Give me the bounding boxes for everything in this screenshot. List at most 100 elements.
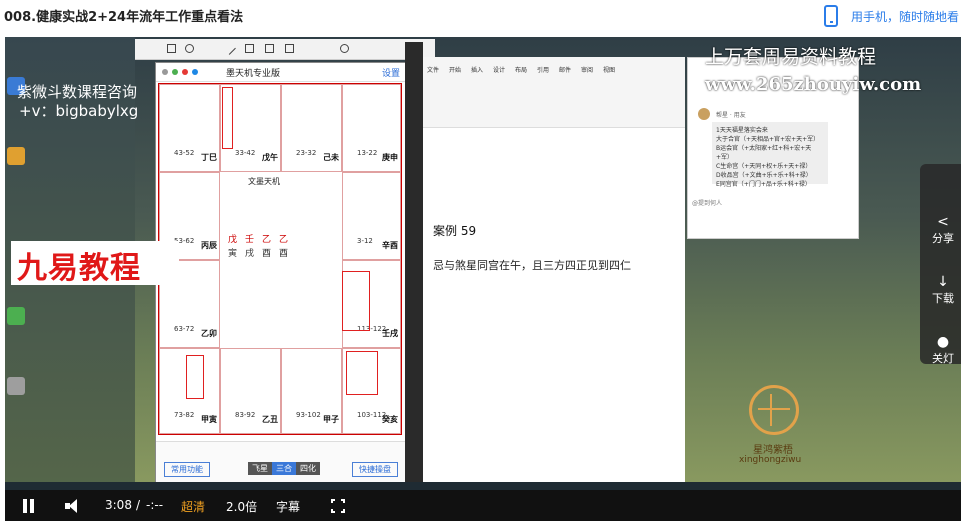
- ribbon-tab[interactable]: 文件: [427, 65, 439, 74]
- comment-line: C生命宫（+天同+权+乐+天+禄）: [716, 163, 812, 170]
- palace-ganzhi: 己未: [323, 153, 339, 162]
- contact-text: +v：bigbabylxg: [19, 102, 139, 120]
- download-button[interactable]: ↓ 下载: [920, 274, 961, 306]
- four-pillars-branches: 寅戌酉酉: [228, 246, 296, 259]
- logo-pinyin: xinghongziwu: [739, 455, 802, 465]
- ribbon-tab[interactable]: 引用: [537, 65, 549, 74]
- ribbon-tab[interactable]: 布局: [515, 65, 527, 74]
- palace-cell[interactable]: 3-12 辛酉: [342, 172, 401, 260]
- palace-age: 33-42: [235, 149, 256, 157]
- subtitle-button[interactable]: 字幕: [276, 498, 300, 515]
- phone-icon[interactable]: [824, 5, 838, 27]
- red-marker: [346, 351, 378, 395]
- palace-age: 23-32: [296, 149, 317, 157]
- color-dot[interactable]: [162, 69, 168, 75]
- palace-age: 13-22: [357, 149, 378, 157]
- download-label: 下载: [932, 292, 954, 305]
- quick-chart-button[interactable]: 快捷操盘: [352, 462, 398, 477]
- pen-icon[interactable]: [245, 44, 254, 53]
- lights-label: 关灯: [932, 352, 954, 365]
- ziwei-app-window: 墨天机专业版 设置 43-52 丁巳 33-42 戊午 23-32 己未 13-…: [155, 62, 407, 484]
- mosaic-icon[interactable]: [265, 44, 274, 53]
- segment-feixing[interactable]: 飞星: [248, 462, 272, 475]
- page-title: 008.健康实战2+24年流年工作重点看法: [4, 10, 244, 25]
- segment-sihua[interactable]: 四化: [296, 462, 320, 475]
- pillar-branch: 寅: [228, 249, 246, 259]
- palace-cell[interactable]: 13-22 庚申: [342, 84, 401, 172]
- palace-ganzhi: 庚申: [382, 153, 398, 162]
- comment-line: 大于合官（+天相品+官+宏+天+军）: [716, 136, 820, 143]
- desktop-icon: [7, 307, 25, 325]
- center-title: 文墨天机: [248, 177, 280, 186]
- time-separator: /: [136, 498, 141, 512]
- palace-ganzhi: 乙丑: [262, 415, 278, 424]
- video-player[interactable]: 紫微斗数课程咨询 +v：bigbabylxg 墨天机专业版 设置 43-52 丁…: [5, 37, 961, 521]
- volume-icon[interactable]: [65, 499, 85, 513]
- settings-button[interactable]: 设置: [382, 66, 400, 79]
- ribbon-tab[interactable]: 插入: [471, 65, 483, 74]
- pillar-stem: 乙: [262, 235, 280, 245]
- color-dot[interactable]: [192, 69, 198, 75]
- palace-age: 83-92: [235, 411, 256, 419]
- palace-cell[interactable]: 83-92 乙丑: [220, 348, 281, 434]
- palace-age: 63-72: [174, 325, 195, 333]
- palace-age: 3-12: [357, 237, 373, 245]
- ribbon-tab[interactable]: 视图: [603, 65, 615, 74]
- palace-cell[interactable]: 93-102 甲子: [281, 348, 342, 434]
- brand-banner: 九易教程: [11, 241, 179, 286]
- desktop-icon: [7, 377, 25, 395]
- case-title: 案例 59: [433, 224, 477, 238]
- case-text: 忌与煞星同宫在午，且三方四正见到四仁: [433, 259, 631, 272]
- app-title: 墨天机专业版: [226, 69, 281, 79]
- download-icon: ↓: [937, 274, 949, 290]
- pillar-branch: 戌: [245, 249, 263, 259]
- ribbon-tab[interactable]: 开始: [449, 65, 461, 74]
- palace-cell[interactable]: 43-52 丁巳: [159, 84, 220, 172]
- avatar: [698, 108, 710, 120]
- lights-off-button[interactable]: ● 关灯: [920, 334, 961, 366]
- desktop-icon: [7, 147, 25, 165]
- palace-ganzhi: 辛酉: [382, 241, 398, 250]
- color-dot[interactable]: [172, 69, 178, 75]
- pause-icon[interactable]: [23, 499, 35, 513]
- ribbon-tab[interactable]: 设计: [493, 65, 505, 74]
- pillar-stem: 乙: [279, 235, 297, 245]
- palace-ganzhi: 戊午: [262, 153, 278, 162]
- document-window: 文件 开始 插入 设计 布局 引用 邮件 审阅 视图 案例 59 忌与煞星同宫在…: [423, 57, 685, 482]
- rectangle-icon[interactable]: [167, 44, 176, 53]
- pillar-branch: 酉: [279, 249, 297, 259]
- palace-ganzhi: 乙卯: [201, 329, 217, 338]
- text-icon[interactable]: [285, 44, 294, 53]
- document-ribbon: 文件 开始 插入 设计 布局 引用 邮件 审阅 视图: [423, 57, 685, 128]
- palace-cell[interactable]: 23-32 己未: [281, 84, 342, 172]
- mobile-link[interactable]: 用手机，随时随地看: [851, 8, 959, 25]
- comment-line: 1天天福星落实会来: [716, 127, 768, 134]
- app-header: 墨天机专业版 设置: [156, 63, 406, 82]
- fullscreen-icon[interactable]: [331, 499, 345, 513]
- ribbon-tab[interactable]: 邮件: [559, 65, 571, 74]
- common-functions-button[interactable]: 常用功能: [164, 462, 210, 477]
- comment-author: 帮星 · 用友: [716, 112, 746, 119]
- circle-icon[interactable]: [185, 44, 194, 53]
- brand-text: 九易教程: [17, 251, 141, 286]
- segment-sanhe[interactable]: 三合: [272, 462, 296, 475]
- pillar-stem: 壬: [245, 235, 263, 245]
- pillar-branch: 酉: [262, 249, 280, 259]
- color-dot[interactable]: [182, 69, 188, 75]
- annotation-toolbar: [135, 39, 435, 60]
- speed-button[interactable]: 2.0倍: [226, 498, 257, 515]
- ribbon-tab[interactable]: 审阅: [581, 65, 593, 74]
- bulb-icon: ●: [936, 334, 950, 350]
- comment-line: D收品宫（+文曲+乐+乐+科+禄）: [716, 172, 812, 179]
- top-bar: 008.健康实战2+24年流年工作重点看法 用手机，随时随地看: [0, 0, 961, 34]
- palace-ganzhi: 壬戌: [382, 329, 398, 338]
- comment-mention[interactable]: @提到何人: [692, 198, 722, 207]
- app-bottom-bar: 常用功能 飞星 三合 四化 快捷操盘: [156, 441, 406, 484]
- quality-button[interactable]: 超清: [181, 498, 205, 515]
- undo-icon[interactable]: [340, 44, 349, 53]
- arrow-icon[interactable]: [223, 42, 236, 55]
- share-button[interactable]: < 分享: [920, 214, 961, 246]
- promo-title: 上万套周易资料教程: [705, 46, 877, 68]
- desktop-taskbar: [5, 482, 961, 490]
- palace-age: 73-82: [174, 411, 195, 419]
